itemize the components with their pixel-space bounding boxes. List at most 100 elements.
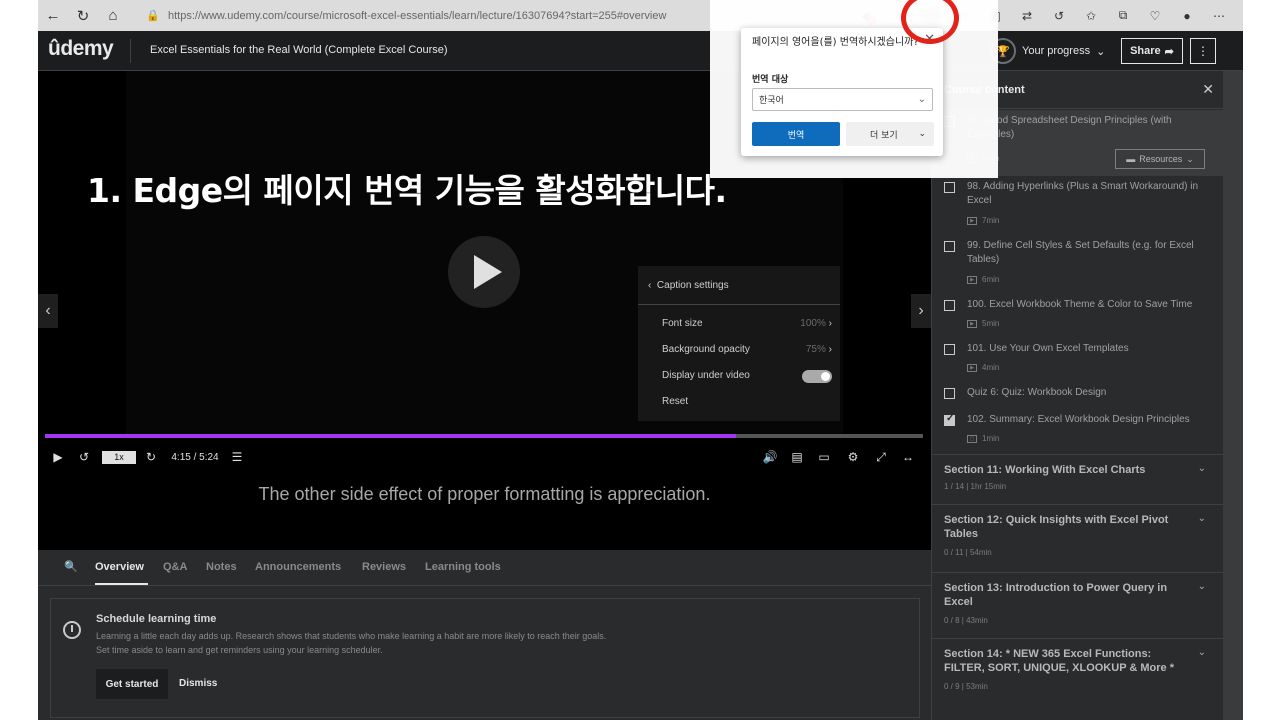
udemy-logo[interactable]: ûdemy	[48, 37, 114, 61]
refresh-icon[interactable]: ↻	[68, 0, 98, 31]
lesson-checkbox[interactable]	[944, 300, 955, 311]
captions-icon[interactable]: ▭	[815, 445, 833, 469]
section-item[interactable]: Section 13: Introduction to Power Query …	[932, 572, 1224, 638]
gear-icon[interactable]: ⚙	[844, 445, 862, 469]
search-icon[interactable]: 🔍	[64, 560, 78, 573]
chevron-down-icon: ⌄	[1197, 463, 1206, 474]
scrollbar[interactable]	[1223, 71, 1243, 720]
display-under-video-setting[interactable]: Display under video	[662, 370, 832, 383]
lock-icon: 🔒	[146, 10, 160, 22]
transcript-icon[interactable]: ☰	[228, 445, 246, 469]
notes-icon[interactable]: ▤	[788, 445, 806, 469]
lesson-item[interactable]: 98. Adding Hyperlinks (Plus a Smart Work…	[932, 176, 1224, 235]
video-progress-bar[interactable]	[45, 434, 923, 438]
chevron-down-icon: ⌄	[917, 94, 926, 105]
lecture-tabs: 🔍 Overview Q&A Notes Announcements Revie…	[38, 550, 931, 586]
next-lecture-arrow[interactable]: ›	[911, 294, 931, 328]
tab-learning-tools[interactable]: Learning tools	[425, 561, 501, 573]
browser-essentials-icon[interactable]: ♡	[1144, 5, 1166, 27]
more-options-button[interactable]: 더 보기 ⌄	[846, 122, 934, 146]
lesson-checkbox[interactable]	[944, 413, 955, 426]
play-button[interactable]	[448, 236, 520, 308]
playback-speed-button[interactable]: 1x	[101, 445, 137, 469]
caption-settings-header[interactable]: ‹ Caption settings	[648, 280, 729, 291]
lesson-item[interactable]: Quiz 6: Quiz: Workbook Design	[932, 382, 1224, 409]
lesson-item[interactable]: 101. Use Your Own Excel Templates ▶ 4min	[932, 338, 1224, 382]
tab-notes[interactable]: Notes	[206, 561, 237, 573]
lesson-item[interactable]: 102. Summary: Excel Workbook Design Prin…	[932, 409, 1224, 454]
progress-label: Your progress	[1022, 45, 1091, 57]
translate-target-select[interactable]: 한국어 ⌄	[752, 88, 933, 111]
reset-setting[interactable]: Reset	[662, 396, 832, 407]
schedule-learning-card: Schedule learning time Learning a little…	[50, 598, 920, 718]
video-icon: ▶	[967, 319, 977, 328]
volume-icon[interactable]: 🔊	[761, 445, 779, 469]
background-opacity-setting[interactable]: Background opacity 75% ›	[662, 344, 832, 355]
profile-avatar[interactable]: ●	[1176, 5, 1198, 27]
translate-button[interactable]: 번역	[752, 122, 840, 146]
alarm-clock-icon	[63, 621, 81, 639]
translator-extension-icon[interactable]: ⇄	[1016, 5, 1038, 27]
time-display: 4:15 / 5:24	[171, 451, 219, 463]
get-started-button[interactable]: Get started	[96, 669, 168, 699]
font-size-setting[interactable]: Font size 100% ›	[662, 318, 832, 329]
forward-icon[interactable]: ↻	[143, 445, 159, 469]
your-progress-button[interactable]: 🏆 Your progress ⌄	[990, 38, 1105, 64]
header-divider	[130, 39, 131, 63]
section-item[interactable]: Section 11: Working With Excel Charts 1 …	[932, 454, 1224, 504]
share-label: Share	[1130, 45, 1161, 57]
collections-icon[interactable]: ⧉	[1112, 5, 1134, 27]
lesson-item[interactable]: 100. Excel Workbook Theme & Color to Sav…	[932, 294, 1224, 338]
back-icon[interactable]: ←	[38, 0, 68, 31]
previous-lecture-arrow[interactable]: ‹	[38, 294, 58, 328]
chevron-down-icon: ⌄	[1197, 647, 1206, 658]
lesson-checkbox[interactable]	[944, 182, 955, 193]
video-progress-fill	[45, 434, 736, 438]
caption-settings-panel: ‹ Caption settings Font size 100% › Back…	[638, 266, 840, 421]
expand-icon[interactable]: ↔	[899, 445, 917, 469]
share-arrow-icon: ➦	[1164, 45, 1174, 58]
chevron-right-icon: ›	[828, 344, 832, 355]
lesson-item[interactable]: 99. Define Cell Styles & Set Defaults (e…	[932, 235, 1224, 294]
lesson-checkbox[interactable]	[944, 388, 955, 399]
fullscreen-icon[interactable]: ⤢	[872, 445, 890, 469]
section-item[interactable]: Section 12: Quick Insights with Excel Pi…	[932, 504, 1224, 572]
video-icon: ▶	[967, 275, 977, 284]
schedule-text: Learning a little each day adds up. Rese…	[96, 631, 607, 641]
video-subtitle: The other side effect of proper formatti…	[258, 484, 711, 504]
resources-button[interactable]: ▬ Resources ⌄	[1115, 149, 1205, 169]
chevron-down-icon: ⌄	[918, 129, 926, 139]
section-item[interactable]: Section 14: * NEW 365 Excel Functions: F…	[932, 638, 1224, 708]
play-icon[interactable]: ▶	[50, 445, 66, 469]
active-tab-indicator	[95, 583, 148, 585]
chevron-down-icon: ⌄	[1197, 513, 1206, 524]
chevron-down-icon: ⌄	[1186, 153, 1194, 164]
favorites-icon[interactable]: ✩	[1080, 5, 1102, 27]
address-bar[interactable]: 🔒 https://www.udemy.com/course/microsoft…	[146, 4, 706, 27]
share-button[interactable]: Share ➦	[1121, 38, 1183, 64]
close-icon[interactable]: ✕	[1202, 81, 1214, 98]
tab-overview[interactable]: Overview	[95, 561, 144, 573]
course-title[interactable]: Excel Essentials for the Real World (Com…	[150, 44, 448, 56]
more-options-button[interactable]: ⋮	[1190, 38, 1216, 64]
play-icon	[474, 255, 502, 289]
rewind-icon[interactable]: ↺	[76, 445, 92, 469]
video-controls: ▶ ↺ 1x ↻ 4:15 / 5:24 ☰ 🔊 ▤ ▭ ⚙ ⤢ ↔	[38, 445, 931, 469]
display-under-video-toggle[interactable]	[802, 370, 832, 383]
tab-reviews[interactable]: Reviews	[362, 561, 406, 573]
url-text: https://www.udemy.com/course/microsoft-e…	[168, 9, 667, 22]
settings-more-icon[interactable]: ⋯	[1208, 5, 1230, 27]
video-icon: ▶	[967, 363, 977, 372]
home-icon[interactable]: ⌂	[98, 0, 128, 31]
dismiss-button[interactable]: Dismiss	[179, 678, 217, 689]
tab-announcements[interactable]: Announcements	[255, 561, 341, 573]
lesson-checkbox[interactable]	[944, 344, 955, 355]
chevron-left-icon: ‹	[648, 280, 652, 291]
lesson-checkbox[interactable]	[944, 241, 955, 252]
translate-popup-title: 페이지의 영어을(를) 번역하시겠습니까?	[752, 37, 919, 48]
extension-icon[interactable]: ↺	[1048, 5, 1070, 27]
overview-content: Schedule learning time Learning a little…	[38, 586, 931, 720]
tab-qa[interactable]: Q&A	[163, 561, 187, 573]
folder-icon: ▬	[1126, 154, 1136, 164]
schedule-text: Set time aside to learn and get reminder…	[96, 645, 383, 655]
